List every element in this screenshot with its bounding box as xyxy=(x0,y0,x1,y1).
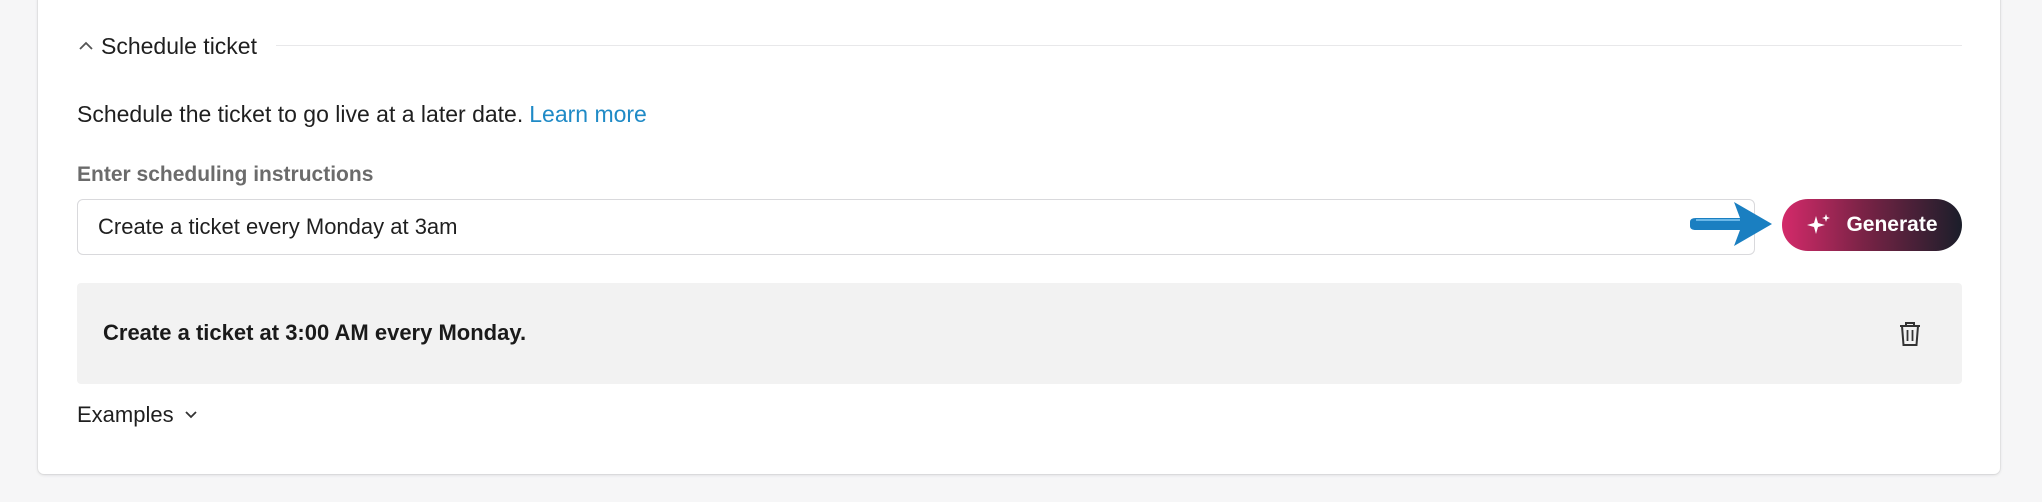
generate-label: Generate xyxy=(1846,213,1938,236)
description-text: Schedule the ticket to go live at a late… xyxy=(77,101,524,127)
learn-more-link[interactable]: Learn more xyxy=(529,101,647,127)
generated-schedule-result: Create a ticket at 3:00 AM every Monday. xyxy=(77,283,1962,384)
trash-icon[interactable] xyxy=(1897,320,1923,348)
examples-toggle[interactable]: Examples xyxy=(77,402,202,428)
chevron-down-icon xyxy=(184,406,202,424)
section-title: Schedule ticket xyxy=(101,32,257,59)
header-divider xyxy=(276,45,1962,46)
pointer-arrow-icon xyxy=(1690,202,1772,246)
schedule-section-toggle[interactable]: Schedule ticket xyxy=(77,30,257,62)
examples-label: Examples xyxy=(77,402,174,427)
generate-button[interactable]: Generate xyxy=(1782,199,1962,251)
scheduling-instructions-label: Enter scheduling instructions xyxy=(77,163,374,186)
scheduling-instructions-input[interactable]: Create a ticket every Monday at 3am xyxy=(77,199,1755,255)
chevron-up-icon xyxy=(77,37,95,55)
section-description: Schedule the ticket to go live at a late… xyxy=(77,101,647,128)
sparkle-icon xyxy=(1806,212,1832,238)
scheduling-input-value: Create a ticket every Monday at 3am xyxy=(98,214,458,239)
result-text: Create a ticket at 3:00 AM every Monday. xyxy=(103,320,527,345)
